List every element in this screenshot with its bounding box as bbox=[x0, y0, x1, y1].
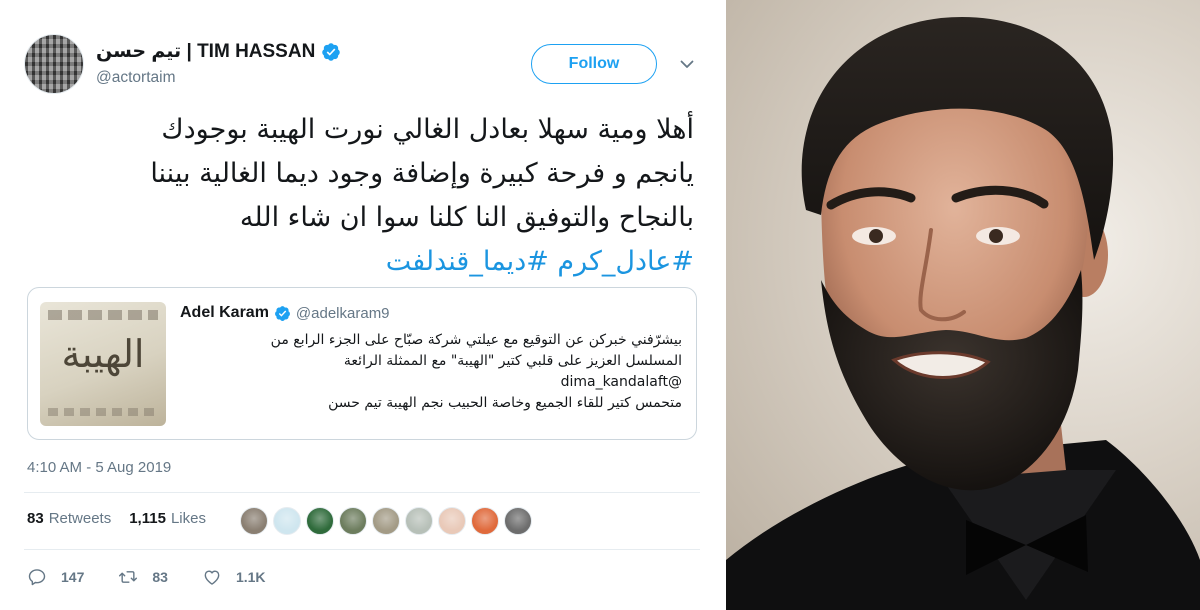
retweet-count: 83 bbox=[152, 569, 168, 585]
likes-count: 1,115 bbox=[129, 510, 166, 527]
tweet-text-line: أهلا ومية سهلا بعادل الغالي نورت الهيبة … bbox=[161, 114, 694, 145]
quoted-author-name[interactable]: Adel Karam bbox=[180, 304, 269, 322]
poster-credits-top bbox=[48, 310, 158, 320]
reply-count: 147 bbox=[61, 569, 85, 585]
liker-avatar[interactable] bbox=[339, 507, 367, 535]
liker-avatar[interactable] bbox=[372, 507, 400, 535]
tweet-stats: 83 Retweets 1,115 Likes bbox=[27, 510, 224, 527]
quoted-mention[interactable]: @dima_kandalaft bbox=[182, 372, 682, 393]
reply-icon bbox=[28, 569, 46, 586]
like-count: 1.1K bbox=[235, 569, 266, 585]
quoted-tweet-header: Adel Karam @adelkaram9 bbox=[180, 304, 390, 322]
liker-avatar[interactable] bbox=[438, 507, 466, 535]
author-handle[interactable]: @actortaim bbox=[96, 69, 341, 87]
likes-stat[interactable]: 1,115 Likes bbox=[129, 510, 206, 527]
tweet-text-line: بالنجاح والتوفيق النا كلنا سوا ان شاء ال… bbox=[239, 202, 694, 233]
follow-button[interactable]: Follow bbox=[531, 44, 657, 84]
likes-label: Likes bbox=[170, 510, 206, 527]
avatar[interactable] bbox=[24, 34, 84, 94]
tweet-text-line: يانجم و فرحة كبيرة وإضافة وجود ديما الغا… bbox=[150, 158, 694, 189]
retweets-stat[interactable]: 83 Retweets bbox=[27, 510, 111, 527]
tweet-timestamp[interactable]: 4:10 AM - 5 Aug 2019 bbox=[27, 459, 171, 476]
tweet-header: تيم حسن | TIM HASSAN @actortaim Follow bbox=[24, 34, 704, 94]
poster-title: الهيبة bbox=[61, 332, 145, 376]
quoted-tweet-text: بيشرّفني خبركن عن التوقيع مع عيلتي شركة … bbox=[182, 330, 682, 414]
verified-badge-icon bbox=[274, 305, 290, 321]
retweets-label: Retweets bbox=[48, 510, 112, 527]
liker-avatars bbox=[240, 507, 537, 535]
quoted-tweet-thumbnail[interactable]: الهيبة bbox=[40, 302, 166, 426]
quoted-author-handle[interactable]: @adelkaram9 bbox=[296, 305, 390, 322]
reply-action[interactable]: 147 bbox=[27, 567, 84, 587]
poster-credits-bottom bbox=[48, 408, 158, 416]
portrait-photo bbox=[726, 0, 1200, 610]
liker-avatar[interactable] bbox=[306, 507, 334, 535]
liker-avatar[interactable] bbox=[471, 507, 499, 535]
chevron-down-icon[interactable] bbox=[679, 56, 695, 72]
liker-avatar[interactable] bbox=[273, 507, 301, 535]
author-display-name[interactable]: تيم حسن | TIM HASSAN bbox=[96, 40, 341, 63]
author-display-name-text[interactable]: تيم حسن | TIM HASSAN bbox=[96, 40, 315, 63]
quoted-tweet[interactable]: الهيبة Adel Karam @adelkaram9 بيشرّفني خ… bbox=[27, 287, 697, 440]
tweet-hashtags[interactable]: #عادل_كرم #ديما_قندلفت bbox=[22, 240, 694, 284]
portrait-illustration bbox=[726, 16, 1200, 610]
liker-avatar[interactable] bbox=[504, 507, 532, 535]
tweet-actions: 147 83 1.1K bbox=[27, 567, 300, 587]
retweet-action[interactable]: 83 bbox=[118, 567, 168, 587]
tweet-card: تيم حسن | TIM HASSAN @actortaim Follow أ… bbox=[0, 0, 718, 610]
liker-avatar[interactable] bbox=[240, 507, 268, 535]
retweets-count: 83 bbox=[27, 510, 44, 527]
liker-avatar[interactable] bbox=[405, 507, 433, 535]
heart-icon bbox=[204, 570, 220, 585]
author-names: تيم حسن | TIM HASSAN @actortaim bbox=[96, 40, 341, 87]
verified-badge-icon bbox=[322, 42, 341, 61]
pupil bbox=[869, 229, 883, 243]
retweet-icon bbox=[119, 571, 138, 583]
quoted-text-line: بيشرّفني خبركن عن التوقيع مع عيلتي شركة … bbox=[270, 332, 682, 348]
tweet-text: أهلا ومية سهلا بعادل الغالي نورت الهيبة … bbox=[22, 108, 694, 284]
pupil bbox=[989, 229, 1003, 243]
quoted-text-line: المسلسل العزيز على قلبي كتير "الهيبة" مع… bbox=[343, 353, 682, 369]
like-action[interactable]: 1.1K bbox=[202, 567, 266, 587]
quoted-text-line: متحمس كتير للقاء الجميع وخاصة الحبيب نجم… bbox=[328, 395, 682, 411]
divider bbox=[24, 492, 700, 493]
divider bbox=[24, 549, 700, 550]
